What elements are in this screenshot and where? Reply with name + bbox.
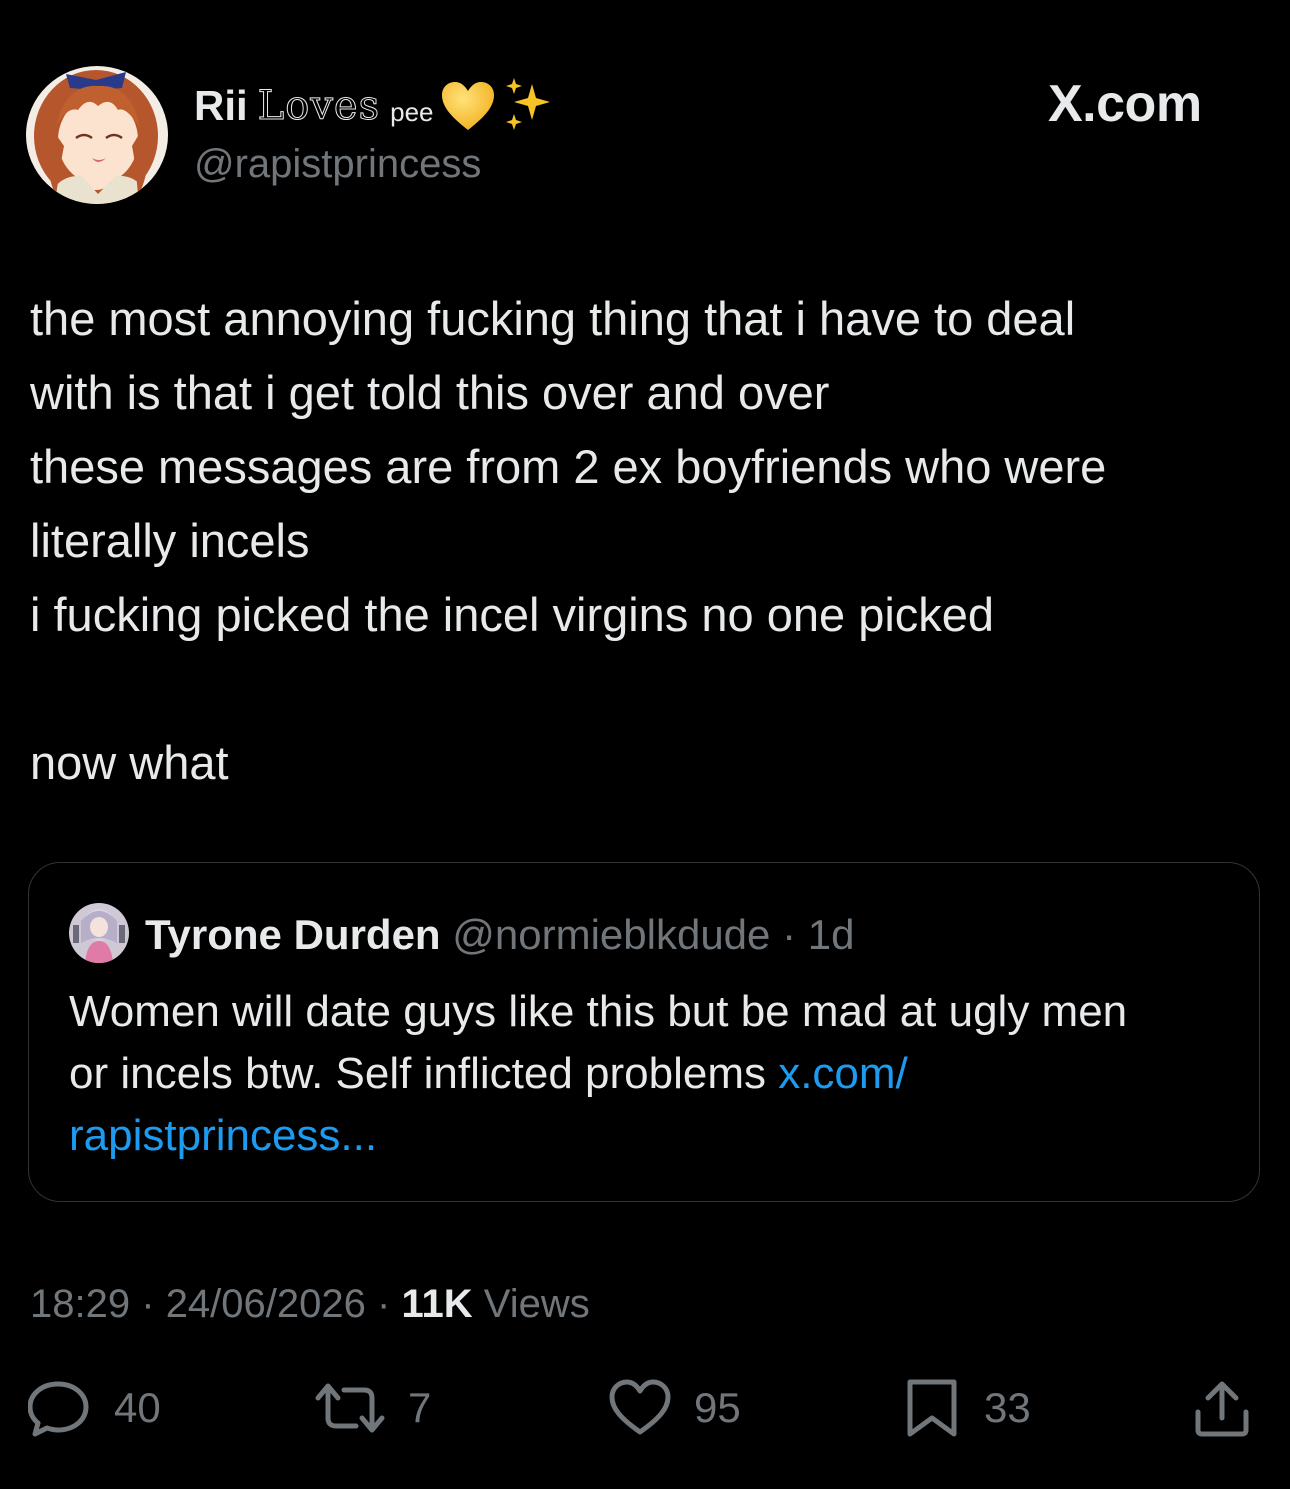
author-handle[interactable]: @rapistprincess	[194, 138, 481, 190]
x-brand-logo: X.com	[1048, 75, 1202, 133]
tweet-text: the most annoying fucking thing that i h…	[30, 282, 1270, 800]
repost-count: 7	[408, 1384, 432, 1431]
author-avatar[interactable]	[26, 66, 168, 204]
like-button[interactable]: 95	[608, 1378, 741, 1438]
bookmark-icon	[907, 1379, 957, 1437]
quoted-tweet[interactable]: Tyrone Durden @normieblkdude · 1d Women …	[28, 862, 1260, 1202]
display-name-styled-text: Loves	[257, 83, 381, 130]
meta-separator: ·	[377, 1282, 391, 1326]
quoted-link[interactable]: x.com/	[778, 1049, 908, 1098]
repost-button[interactable]: 7	[314, 1378, 431, 1438]
tweet-text-line: now what	[30, 736, 229, 789]
share-button[interactable]	[1192, 1378, 1252, 1438]
quoted-author-avatar[interactable]	[69, 903, 129, 963]
repost-icon	[315, 1383, 385, 1433]
tweet-text-line: literally incels	[30, 514, 310, 567]
author-display-name[interactable]: Rii Loves pee	[194, 76, 558, 132]
tweet-text-line: i fucking picked the incel virgins no on…	[30, 588, 995, 641]
meta-separator: ·	[141, 1282, 155, 1326]
quoted-author-handle[interactable]: @normieblkdude	[452, 911, 770, 958]
quoted-link[interactable]: rapistprincess...	[69, 1105, 1239, 1167]
display-name-suffix: pee	[390, 97, 434, 127]
tweet-text-line: with is that i get told this over and ov…	[30, 366, 830, 419]
views-label: Views	[483, 1282, 590, 1326]
heart-icon	[609, 1379, 671, 1435]
display-name-text: Rii	[194, 82, 248, 129]
tweet-date[interactable]: 24/06/2026	[166, 1282, 366, 1326]
tweet-time[interactable]: 18:29	[30, 1282, 130, 1326]
quoted-text-part: or incels btw. Self inflicted problems	[69, 1049, 779, 1098]
tweet: Rii Loves pee @rapistprincess X.com the …	[0, 0, 1290, 1489]
sparkles-icon	[502, 76, 558, 132]
like-count: 95	[694, 1384, 741, 1431]
bookmark-button[interactable]: 33	[902, 1378, 1031, 1438]
reply-button[interactable]: 40	[28, 1378, 161, 1438]
quoted-text: Women will date guys like this but be ma…	[69, 981, 1239, 1167]
yellow-heart-icon	[440, 80, 496, 132]
reply-count: 40	[114, 1384, 161, 1431]
reply-icon	[28, 1381, 89, 1437]
views-count: 11K	[401, 1282, 473, 1326]
quoted-timestamp[interactable]: 1d	[808, 911, 855, 958]
tweet-text-line: these messages are from 2 ex boyfriends …	[30, 440, 1107, 493]
tweet-meta: 18:29 · 24/06/2026 · 11K Views	[30, 1276, 590, 1332]
tweet-text-line: the most annoying fucking thing that i h…	[30, 292, 1076, 345]
share-icon	[1195, 1381, 1249, 1437]
quoted-text-line: Women will date guys like this but be ma…	[69, 987, 1128, 1036]
quoted-author-name[interactable]: Tyrone Durden	[145, 911, 441, 958]
quoted-separator: ·	[782, 911, 797, 958]
bookmark-count: 33	[984, 1384, 1031, 1431]
quoted-header: Tyrone Durden @normieblkdude · 1d	[145, 907, 854, 963]
quoted-text-line: or incels btw. Self inflicted problems x…	[69, 1043, 1239, 1105]
